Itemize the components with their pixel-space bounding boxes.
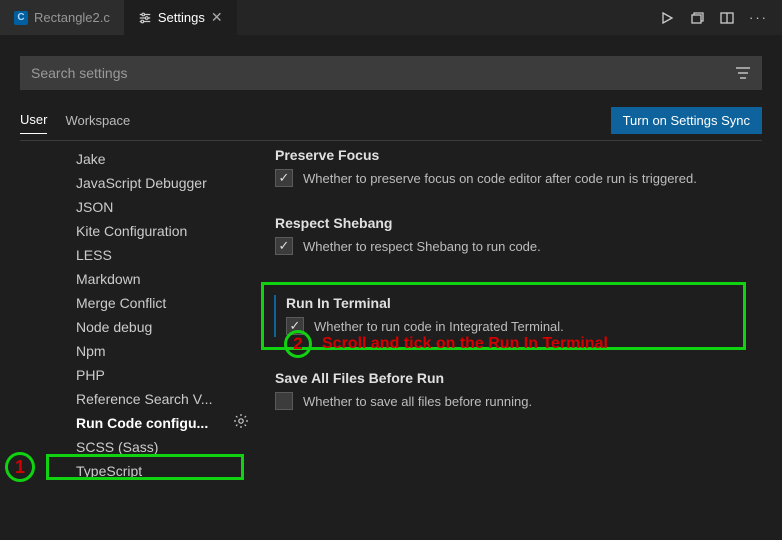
setting-desc: Whether to preserve focus on code editor… [303,169,697,189]
sidebar-item-typescript[interactable]: TypeScript [76,459,255,483]
open-changes-icon[interactable] [689,10,705,26]
setting-title: Preserve Focus [275,147,746,163]
checkbox-save-all[interactable]: ✓ [275,392,293,410]
settings-sync-button[interactable]: Turn on Settings Sync [611,107,762,134]
settings-categories-sidebar: Jake JavaScript Debugger JSON Kite Confi… [20,141,255,521]
search-settings-box[interactable] [20,56,762,90]
scope-workspace[interactable]: Workspace [65,107,130,134]
checkbox-preserve-focus[interactable]: ✓ [275,169,293,187]
setting-title: Run In Terminal [286,295,733,311]
sidebar-item-jake[interactable]: Jake [76,147,255,171]
setting-respect-shebang: Respect Shebang ✓ Whether to respect She… [271,215,746,257]
setting-title: Respect Shebang [275,215,746,231]
settings-panel: Preserve Focus ✓ Whether to preserve foc… [255,141,762,521]
sidebar-item-kite[interactable]: Kite Configuration [76,219,255,243]
annotation-highlight-box: Run In Terminal ✓ Whether to run code in… [261,282,746,350]
sidebar-item-label: Run Code configu... [76,415,208,431]
sidebar-item-ref-search[interactable]: Reference Search V... [76,387,255,411]
search-input[interactable] [31,65,735,81]
editor-actions: ··· [645,10,782,26]
more-icon[interactable]: ··· [749,10,768,26]
sidebar-item-json[interactable]: JSON [76,195,255,219]
setting-desc: Whether to save all files before running… [303,392,532,412]
editor-tab-bar: C Rectangle2.c Settings ✕ ··· [0,0,782,36]
tab-file[interactable]: C Rectangle2.c [0,0,124,35]
checkbox-run-in-terminal[interactable]: ✓ [286,317,304,335]
tab-settings-label: Settings [158,10,205,25]
setting-desc: Whether to respect Shebang to run code. [303,237,541,257]
settings-scope-bar: User Workspace Turn on Settings Sync [20,104,762,136]
close-icon[interactable]: ✕ [211,9,223,26]
setting-save-all: Save All Files Before Run ✓ Whether to s… [271,370,746,412]
sidebar-item-scss[interactable]: SCSS (Sass) [76,435,255,459]
settings-icon [138,11,152,25]
run-icon[interactable] [659,10,675,26]
tab-settings[interactable]: Settings ✕ [124,0,237,35]
sidebar-item-less[interactable]: LESS [76,243,255,267]
sidebar-item-markdown[interactable]: Markdown [76,267,255,291]
c-file-icon: C [14,11,28,25]
gear-icon[interactable] [233,413,249,429]
tab-file-label: Rectangle2.c [34,10,110,25]
sidebar-item-php[interactable]: PHP [76,363,255,387]
setting-run-in-terminal: Run In Terminal ✓ Whether to run code in… [274,295,733,337]
sidebar-item-node-debug[interactable]: Node debug [76,315,255,339]
setting-title: Save All Files Before Run [275,370,746,386]
sidebar-item-npm[interactable]: Npm [76,339,255,363]
setting-desc: Whether to run code in Integrated Termin… [314,317,564,337]
checkbox-respect-shebang[interactable]: ✓ [275,237,293,255]
split-editor-icon[interactable] [719,10,735,26]
sidebar-item-merge-conflict[interactable]: Merge Conflict [76,291,255,315]
filter-icon[interactable] [735,66,751,80]
sidebar-item-run-code-config[interactable]: Run Code configu... [76,411,255,435]
scope-user[interactable]: User [20,106,47,134]
setting-preserve-focus: Preserve Focus ✓ Whether to preserve foc… [271,147,746,189]
sidebar-item-js-debugger[interactable]: JavaScript Debugger [76,171,255,195]
